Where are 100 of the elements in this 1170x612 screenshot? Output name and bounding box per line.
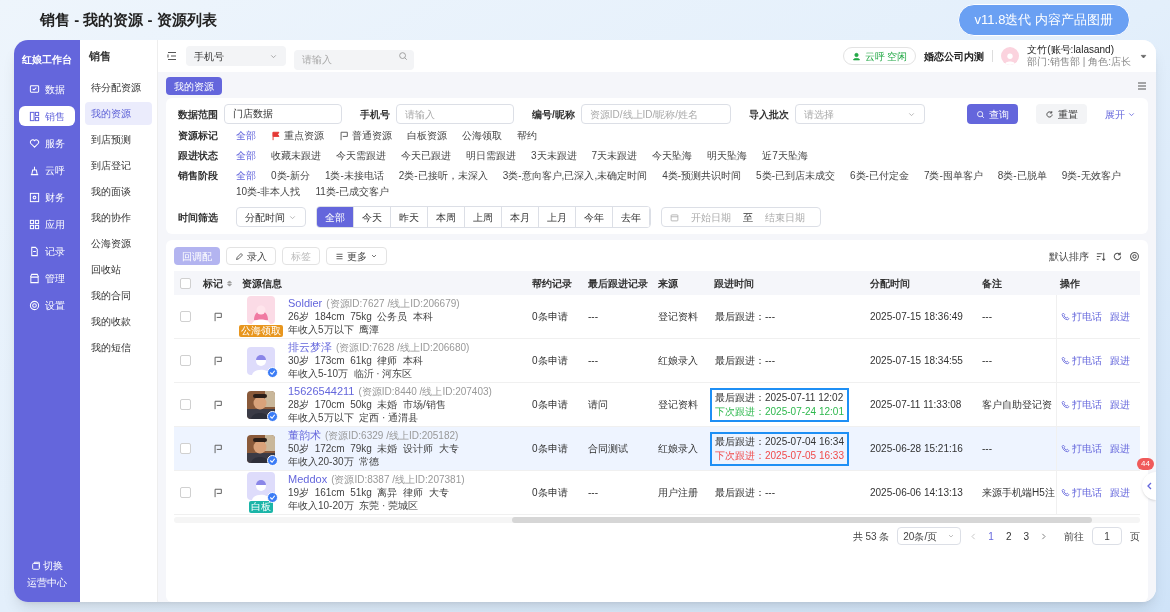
filter-option[interactable]: 普通资源 bbox=[339, 128, 392, 144]
filter-option[interactable]: 6类-已付定金 bbox=[850, 168, 909, 184]
row-checkbox[interactable] bbox=[180, 399, 191, 410]
table-row[interactable]: 白板 Meddox (资源ID:8387 /线上ID:207381) 19岁 161cm 51kg 离异 律师 大专 年收入10-20万 东莞 · 莞城区 0条申请 --- 用户注册 最后跟进：--- 2025-06-06 14:13:13 来源手机端H5注 打电话 跟进 bbox=[174, 471, 1140, 515]
filter-option[interactable]: 10类-非本人找 bbox=[236, 184, 301, 200]
switch-button[interactable]: 切换 bbox=[31, 558, 63, 573]
toolbar-button[interactable]: 更多 bbox=[326, 247, 387, 265]
filter-option[interactable]: 全部 bbox=[236, 128, 256, 144]
filter-option[interactable]: 公海领取 bbox=[462, 128, 502, 144]
page-button[interactable]: 3 bbox=[1021, 528, 1031, 544]
action-link[interactable]: 打电话 bbox=[1061, 485, 1102, 500]
page-tab[interactable]: 我的资源 bbox=[166, 77, 222, 95]
sort-icon[interactable] bbox=[1095, 250, 1106, 262]
filter-option[interactable]: 3类-意向客户,已深入,未确定时间 bbox=[502, 168, 648, 184]
nav-item[interactable]: 记录 bbox=[19, 241, 75, 261]
date-range-field[interactable]: 开始日期 至 结束日期 bbox=[661, 207, 821, 227]
sidebar-item[interactable]: 到店预测 bbox=[85, 127, 152, 151]
page-size-select[interactable]: 20条/页 bbox=[897, 527, 962, 545]
search-button[interactable]: 查询 bbox=[967, 104, 1018, 124]
filter-option[interactable]: 2类-已接听，未深入 bbox=[398, 168, 488, 184]
name-link[interactable]: 董韵术 bbox=[288, 429, 321, 442]
row-checkbox[interactable] bbox=[180, 355, 191, 366]
nav-item[interactable]: 销售 bbox=[19, 106, 75, 126]
name-link[interactable]: 排云梦泽 bbox=[288, 341, 332, 354]
action-link[interactable]: 跟进 bbox=[1110, 441, 1130, 456]
search-field[interactable]: 请输入 bbox=[294, 49, 414, 70]
time-type-select[interactable]: 分配时间 bbox=[236, 207, 306, 227]
table-row[interactable]: 15626544211 (资源ID:8440 /线上ID:207403) 28岁 170cm 50kg 未婚 市场/销售 年收入5万以下 定西 · 通渭县 0条申请 请问 登记资料 最后跟进：2025-07-11 12:02 下次跟进：2025-07-24 12:01 2025-07-11 11:33:08 客户自助登记资 打电话 跟进 bbox=[174, 383, 1140, 427]
sidebar-item[interactable]: 到店登记 bbox=[85, 153, 152, 177]
nav-item[interactable]: 财务 bbox=[19, 187, 75, 207]
nav-item[interactable]: 数据 bbox=[19, 79, 75, 99]
filter-option[interactable]: 今天需跟进 bbox=[336, 148, 386, 164]
name-link[interactable]: Meddox bbox=[288, 473, 328, 486]
flag-icon[interactable] bbox=[213, 443, 223, 454]
nav-item[interactable]: 云呼 bbox=[19, 160, 75, 180]
type-select[interactable]: 手机号 bbox=[186, 46, 286, 66]
name-link[interactable]: 15626544211 bbox=[288, 385, 355, 398]
flag-icon[interactable] bbox=[213, 487, 223, 498]
row-checkbox[interactable] bbox=[180, 443, 191, 454]
select-all-checkbox[interactable] bbox=[180, 277, 191, 289]
sidebar-item[interactable]: 我的资源 bbox=[85, 101, 152, 125]
nav-item[interactable]: 服务 bbox=[19, 133, 75, 153]
expand-link[interactable]: 展开 bbox=[1105, 106, 1136, 122]
filter-option[interactable]: 全部 bbox=[236, 148, 256, 164]
toolbar-button[interactable]: 录入 bbox=[226, 247, 276, 265]
page-button[interactable]: 2 bbox=[1003, 528, 1014, 544]
flag-icon[interactable] bbox=[213, 311, 223, 322]
row-checkbox[interactable] bbox=[180, 311, 191, 322]
reset-button[interactable]: 重置 bbox=[1036, 104, 1087, 124]
sidebar-item[interactable]: 待分配资源 bbox=[85, 75, 152, 99]
action-link[interactable]: 打电话 bbox=[1061, 353, 1102, 368]
filter-option[interactable]: 4类-预测共识时间 bbox=[662, 168, 742, 184]
action-link[interactable]: 打电话 bbox=[1061, 441, 1102, 456]
nav-item[interactable]: 设置 bbox=[19, 295, 75, 315]
row-checkbox[interactable] bbox=[180, 487, 191, 498]
filter-option[interactable]: 3天未跟进 bbox=[531, 148, 577, 164]
sidebar-item[interactable]: 我的短信 bbox=[85, 335, 152, 359]
input-field[interactable]: 资源ID/线上ID/昵称/姓名 bbox=[580, 104, 731, 124]
filter-option[interactable]: 明天坠海 bbox=[707, 148, 748, 164]
filter-option[interactable]: 今天已跟进 bbox=[401, 148, 451, 164]
scrollbar[interactable] bbox=[174, 517, 1140, 523]
refresh-icon[interactable] bbox=[1112, 250, 1123, 262]
action-link[interactable]: 跟进 bbox=[1110, 485, 1130, 500]
filter-option[interactable]: 今天坠海 bbox=[652, 148, 693, 164]
filter-option[interactable]: 帮约 bbox=[517, 128, 537, 144]
input-field[interactable]: 门店数据 bbox=[224, 104, 342, 124]
action-link[interactable]: 跟进 bbox=[1110, 309, 1130, 324]
filter-option[interactable]: 近7天坠海 bbox=[762, 148, 808, 164]
page-input[interactable]: 1 bbox=[1092, 527, 1122, 545]
filter-option[interactable]: 11类-已成交客户 bbox=[315, 184, 390, 200]
next-icon[interactable] bbox=[1039, 531, 1048, 541]
table-row[interactable]: 排云梦泽 (资源ID:7628 /线上ID:206680) 30岁 173cm 61kg 律师 本科 年收入5-10万 临沂 · 河东区 0条申请 --- 红娘录入 最后跟进：--- 2025-07-15 18:34:55 --- 打电话 跟进 bbox=[174, 339, 1140, 383]
action-link[interactable]: 打电话 bbox=[1061, 309, 1102, 324]
input-field[interactable]: 请输入 bbox=[396, 104, 514, 124]
filter-option[interactable]: 8类-已脱单 bbox=[997, 168, 1047, 184]
filter-option[interactable]: 重点资源 bbox=[271, 128, 324, 144]
action-link[interactable]: 跟进 bbox=[1110, 353, 1130, 368]
filter-option[interactable]: 9类-无效客户 bbox=[1061, 168, 1121, 184]
table-row[interactable]: 董韵术 (资源ID:6329 /线上ID:205182) 50岁 172cm 79kg 未婚 设计师 大专 年收入20-30万 常德 0条申请 合同测试 红娘录入 最后跟进：2025-07-04 16:34 下次跟进：2025-07-05 16:33 2025-06-28 15:21:16 --- 打电话 跟进 bbox=[174, 427, 1140, 471]
table-row[interactable]: 公海领取 Soldier (资源ID:7627 /线上ID:206679) 26岁 184cm 75kg 公务员 本科 年收入5万以下 鹰潭 0条申请 --- 登记资料 最后跟进：--- 2025-07-15 18:36:49 --- 打电话 跟进 bbox=[174, 295, 1140, 339]
flag-icon[interactable] bbox=[213, 399, 223, 410]
filter-option[interactable]: 7类-囤单客户 bbox=[923, 168, 983, 184]
filter-option[interactable]: 明日需跟进 bbox=[466, 148, 516, 164]
sidebar-item[interactable]: 我的收款 bbox=[85, 309, 152, 333]
sidebar-item[interactable]: 回收站 bbox=[85, 257, 152, 281]
settings-icon[interactable] bbox=[1129, 250, 1140, 262]
filter-option[interactable]: 1类-未接电话 bbox=[324, 168, 384, 184]
action-link[interactable]: 打电话 bbox=[1061, 397, 1102, 412]
menu-icon[interactable] bbox=[1136, 80, 1148, 92]
filter-option[interactable]: 0类-新分 bbox=[271, 168, 310, 184]
nav-item[interactable]: 应用 bbox=[19, 214, 75, 234]
filter-option[interactable]: 7天未跟进 bbox=[591, 148, 638, 164]
name-link[interactable]: Soldier bbox=[288, 297, 323, 310]
filter-option[interactable]: 5类-已到店未成交 bbox=[756, 168, 835, 184]
filter-option[interactable]: 白板资源 bbox=[407, 128, 447, 144]
filter-option[interactable]: 收藏未跟进 bbox=[271, 148, 321, 164]
range-button[interactable]: 全部 bbox=[317, 207, 354, 227]
nav-item[interactable]: 管理 bbox=[19, 268, 75, 288]
sidebar-item[interactable]: 我的面谈 bbox=[85, 179, 152, 203]
action-link[interactable]: 跟进 bbox=[1110, 397, 1130, 412]
